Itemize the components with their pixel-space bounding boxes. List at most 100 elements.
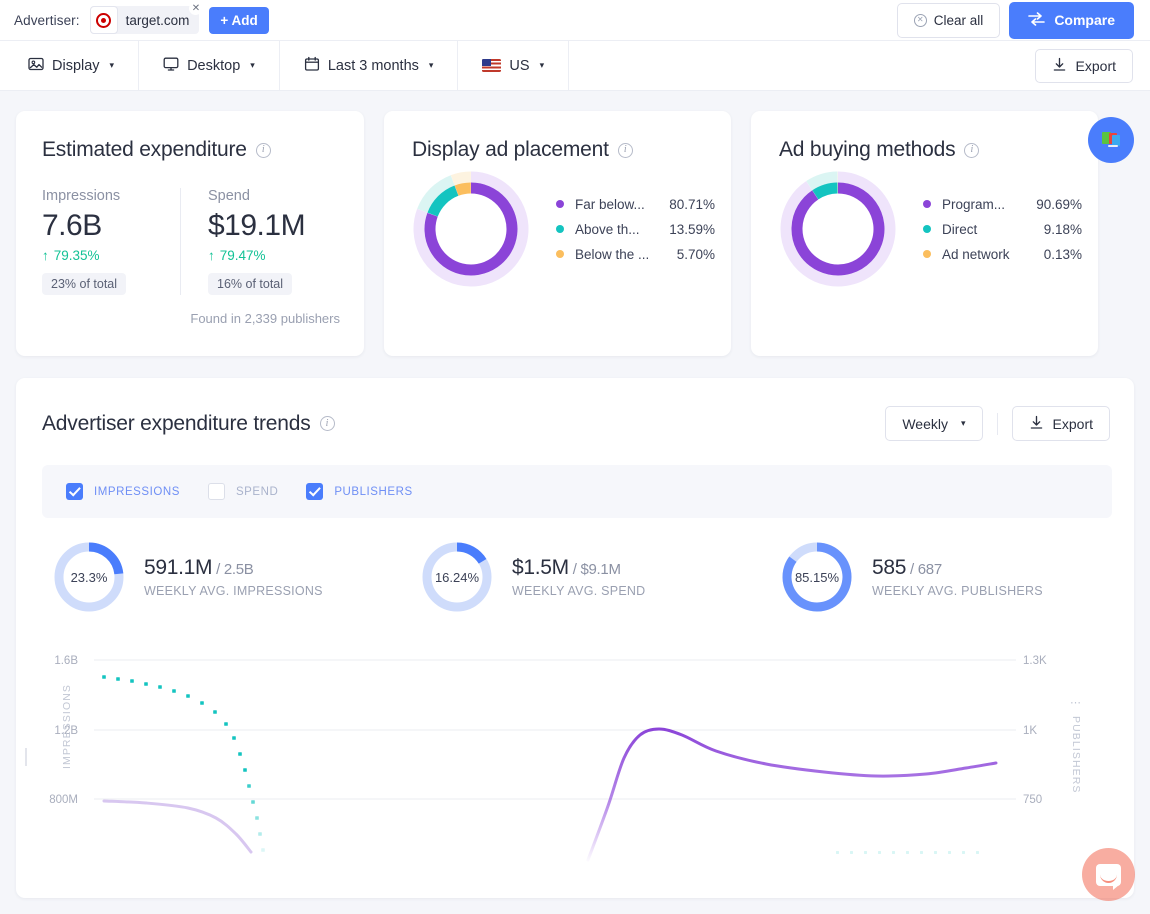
advertiser-chip[interactable]: target.com ✕ bbox=[90, 6, 200, 34]
monitor-icon bbox=[163, 56, 179, 76]
advertiser-chip-label: target.com bbox=[118, 13, 200, 28]
metric-toggle-bar: IMPRESSIONS SPEND PUBLISHERS bbox=[42, 465, 1112, 518]
legend-value: 5.70% bbox=[661, 247, 715, 262]
metric-checkbox-label: IMPRESSIONS bbox=[94, 486, 180, 498]
legend-label: Below the ... bbox=[575, 247, 661, 262]
y-axis-right-label: PUBLISHERS bbox=[1070, 716, 1082, 794]
top-bar: Advertiser: target.com ✕ + Add ✕ Clear a… bbox=[0, 0, 1150, 40]
legend-color-dot bbox=[556, 200, 564, 208]
filter-country-label: US bbox=[509, 58, 529, 74]
checkbox-icon[interactable] bbox=[306, 483, 323, 500]
download-icon bbox=[1052, 57, 1067, 75]
legend-value: 0.13% bbox=[1028, 247, 1082, 262]
y-axis-right-tick: 1K bbox=[1023, 725, 1037, 737]
metric-checkbox-impressions[interactable]: IMPRESSIONS bbox=[66, 483, 180, 500]
stat-2: 85.15%585 / 687WEEKLY AVG. PUBLISHERS bbox=[780, 540, 1043, 614]
stat-value: 591.1M / 2.5B bbox=[144, 556, 323, 580]
checkbox-icon[interactable] bbox=[208, 483, 225, 500]
y-axis-right-tick: 750 bbox=[1023, 794, 1042, 806]
page-title-buying: Ad buying methods bbox=[779, 138, 955, 162]
stat-total: / 2.5B bbox=[212, 561, 253, 578]
granularity-select[interactable]: Weekly ▾ bbox=[885, 406, 982, 441]
clear-all-label: Clear all bbox=[934, 13, 984, 28]
stat-caption: WEEKLY AVG. SPEND bbox=[512, 584, 645, 598]
legend-label: Program... bbox=[942, 197, 1028, 212]
legend-item[interactable]: Program...90.69% bbox=[923, 192, 1082, 217]
display-ad-placement-donut bbox=[412, 170, 530, 288]
stat-value: $1.5M / $9.1M bbox=[512, 556, 645, 580]
filter-country[interactable]: US ▾ bbox=[458, 41, 569, 90]
info-icon[interactable]: i bbox=[964, 143, 979, 158]
filter-display-label: Display bbox=[52, 58, 100, 74]
metric-checkbox-label: SPEND bbox=[236, 486, 278, 498]
legend-value: 13.59% bbox=[661, 222, 715, 237]
metric-checkbox-spend[interactable]: SPEND bbox=[208, 483, 278, 500]
legend-label: Far below... bbox=[575, 197, 661, 212]
stat-1: 16.24% $1.5M / $9.1M WEEKLY AVG. SPEND bbox=[420, 540, 780, 614]
legend-color-dot bbox=[923, 225, 931, 233]
legend-item[interactable]: Far below...80.71% bbox=[556, 192, 715, 217]
info-icon[interactable]: i bbox=[320, 416, 335, 431]
divider bbox=[997, 413, 998, 435]
clear-all-button[interactable]: ✕ Clear all bbox=[897, 3, 1001, 38]
stat-current: $1.5M bbox=[512, 556, 569, 579]
page-title-placement: Display ad placement bbox=[412, 138, 609, 162]
publishers-found-text: Found in 2,339 publishers bbox=[42, 311, 340, 326]
chat-widget-button[interactable] bbox=[1082, 848, 1135, 901]
target-bullseye-icon bbox=[90, 6, 118, 34]
checkbox-icon[interactable] bbox=[66, 483, 83, 500]
stat-caption: WEEKLY AVG. PUBLISHERS bbox=[872, 584, 1043, 598]
granularity-value: Weekly bbox=[902, 416, 948, 432]
filter-device[interactable]: Desktop ▾ bbox=[139, 41, 280, 90]
close-icon[interactable]: ✕ bbox=[189, 2, 202, 15]
progress-ring: 85.15% bbox=[780, 540, 854, 614]
status-badge: 23% of total bbox=[42, 273, 126, 295]
metric-checkbox-label: PUBLISHERS bbox=[334, 486, 412, 498]
y-axis-left-label: IMPRESSIONS bbox=[61, 684, 73, 769]
progress-ring-percent: 23.3% bbox=[52, 540, 126, 614]
metric-impressions: Impressions 7.6B ↑ 79.35% 23% of total bbox=[42, 188, 180, 295]
metric-delta-value: 79.47% bbox=[220, 248, 266, 263]
ad-buying-methods-donut bbox=[779, 170, 897, 288]
filter-bar: Display ▾ Desktop ▾ Last 3 months ▾ bbox=[0, 40, 1150, 91]
filter-display[interactable]: Display ▾ bbox=[0, 41, 139, 90]
metric-delta: ↑ 79.47% bbox=[208, 248, 318, 263]
info-icon[interactable]: i bbox=[618, 143, 633, 158]
metric-spend: Spend $19.1M ↑ 79.47% 16% of total bbox=[180, 188, 318, 295]
legend-item[interactable]: Below the ...5.70% bbox=[556, 242, 715, 267]
summary-cards-row: Estimated expenditure i Impressions 7.6B… bbox=[0, 91, 1150, 356]
card-display-ad-placement: Display ad placement i Far below...80.71… bbox=[384, 111, 731, 356]
legend-item[interactable]: Direct9.18% bbox=[923, 217, 1082, 242]
arrow-up-icon: ↑ bbox=[42, 248, 49, 263]
legend-item[interactable]: Ad network0.13% bbox=[923, 242, 1082, 267]
legend-color-dot bbox=[923, 250, 931, 258]
donut-legend-placement: Far below...80.71%Above th...13.59%Below… bbox=[556, 192, 715, 267]
compare-label: Compare bbox=[1054, 12, 1115, 28]
legend-value: 90.69% bbox=[1028, 197, 1082, 212]
compare-arrows-icon bbox=[1028, 12, 1045, 29]
info-icon[interactable]: i bbox=[256, 143, 271, 158]
metric-value: 7.6B bbox=[42, 208, 180, 243]
metric-delta: ↑ 79.35% bbox=[42, 248, 180, 263]
filter-date-range[interactable]: Last 3 months ▾ bbox=[280, 41, 459, 90]
card-advertiser-expenditure-trends: Advertiser expenditure trends i Weekly ▾… bbox=[16, 378, 1134, 898]
export-button-trends[interactable]: Export bbox=[1012, 406, 1110, 441]
card-ad-buying-methods: Ad buying methods i Program...90.69%Dire… bbox=[751, 111, 1098, 356]
export-label: Export bbox=[1053, 416, 1093, 432]
status-badge: 16% of total bbox=[208, 273, 292, 295]
legend-color-dot bbox=[923, 200, 931, 208]
compare-button[interactable]: Compare bbox=[1009, 2, 1134, 39]
progress-ring: 23.3% bbox=[52, 540, 126, 614]
legend-item[interactable]: Above th...13.59% bbox=[556, 217, 715, 242]
metric-value: $19.1M bbox=[208, 208, 318, 243]
metric-checkbox-publishers[interactable]: PUBLISHERS bbox=[306, 483, 412, 500]
media-windows-icon[interactable] bbox=[1088, 117, 1134, 163]
us-flag-icon bbox=[482, 59, 501, 72]
export-button-toolbar[interactable]: Export bbox=[1035, 49, 1133, 83]
card-header: Display ad placement i bbox=[412, 138, 731, 162]
progress-ring: 16.24% bbox=[420, 540, 494, 614]
stat-current: 585 bbox=[872, 556, 906, 579]
y-axis-right-ellipsis: ⋯ bbox=[1070, 696, 1082, 709]
chevron-down-icon: ▾ bbox=[961, 418, 966, 429]
add-advertiser-button[interactable]: + Add bbox=[209, 7, 268, 34]
